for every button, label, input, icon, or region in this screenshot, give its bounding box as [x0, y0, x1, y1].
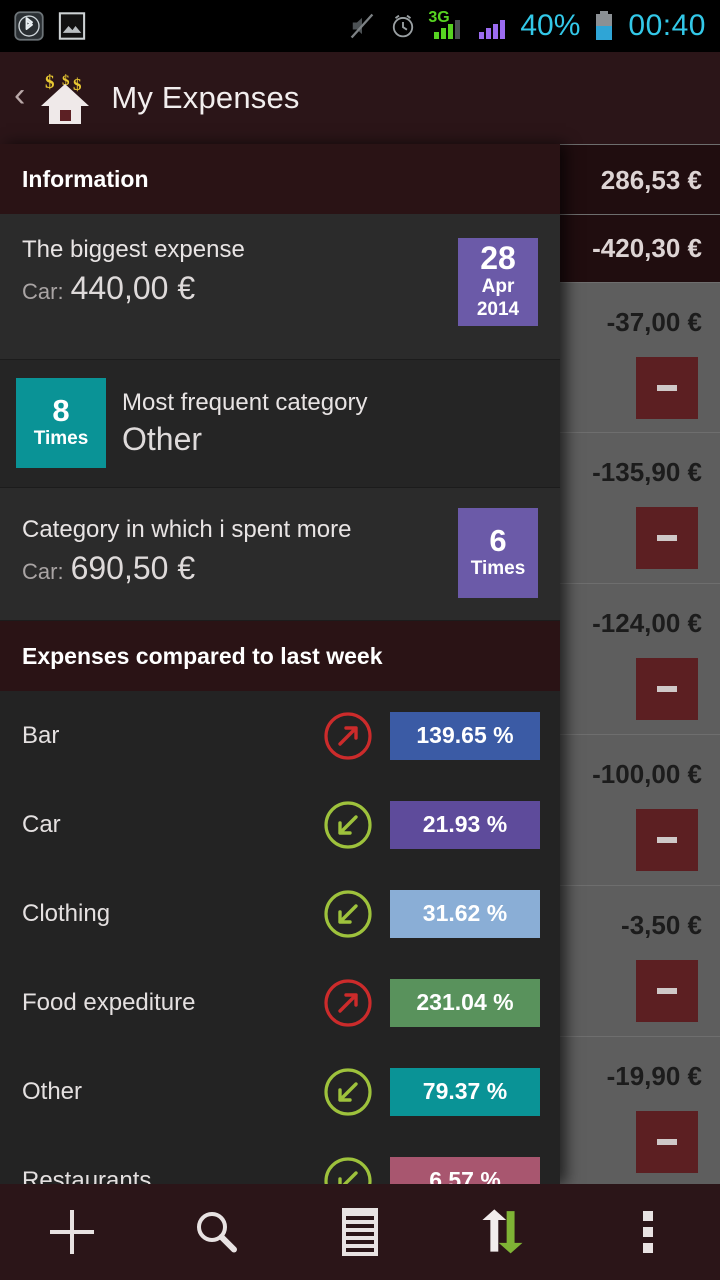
section-header-information: Information: [0, 144, 560, 214]
card-category-spent-more[interactable]: Category in which i spent more Car: 690,…: [0, 488, 560, 621]
date-year: 2014: [476, 298, 520, 320]
date-month: Apr: [481, 276, 515, 297]
search-icon: [197, 1212, 237, 1253]
comparison-category-label: Other: [22, 1077, 83, 1105]
comparison-percent-label: 31.62 %: [422, 900, 508, 926]
trend-down-icon: [324, 1156, 372, 1184]
most-frequent-value: Other: [122, 421, 203, 457]
comparison-category-label: Bar: [22, 721, 60, 749]
action-bar: ‹ $ $ $ My Expenses: [0, 52, 720, 144]
status-bar: 3G 40% 00:40: [0, 0, 720, 52]
overflow-menu-icon: [643, 1211, 653, 1253]
biggest-expense-category: Car:: [22, 279, 64, 304]
signal-bars-icon: [479, 20, 506, 39]
comparison-percent-label: 139.65 %: [416, 722, 514, 748]
trend-up-icon: [324, 711, 372, 760]
comparison-category-label: Food expediture: [22, 988, 196, 1016]
sort-arrows-icon: [482, 1209, 523, 1254]
mute-icon: [351, 13, 374, 39]
minus-icon: [636, 507, 698, 569]
sort-button[interactable]: [432, 1184, 576, 1280]
search-button[interactable]: [144, 1184, 288, 1280]
card-biggest-expense[interactable]: The biggest expense Car: 440,00 € 28 Apr…: [0, 214, 560, 360]
trend-down-icon: [324, 889, 372, 938]
most-frequent-count-badge: 8 Times: [16, 378, 106, 468]
card-most-frequent-category[interactable]: 8 Times Most frequent category Other: [0, 360, 560, 488]
trend-up-icon: [324, 978, 372, 1027]
minus-icon: [636, 658, 698, 720]
section-header-label: Expenses compared to last week: [22, 642, 383, 669]
battery-percent-label: 40%: [520, 9, 581, 42]
alarm-icon: [393, 14, 414, 38]
comparison-percent-bar: 79.37 %: [390, 1067, 540, 1116]
comparison-percent-bar: 21.93 %: [390, 800, 540, 849]
count-value: 8: [52, 392, 70, 428]
information-panel: Information The biggest expense Car: 440…: [0, 144, 560, 1184]
house-money-icon[interactable]: $ $ $: [33, 68, 97, 128]
comparison-row[interactable]: Clothing 31.62 %: [0, 869, 560, 958]
biggest-expense-amount: 440,00 €: [70, 270, 196, 306]
back-button[interactable]: ‹: [8, 78, 33, 118]
trend-down-icon: [324, 800, 372, 849]
svg-text:$: $: [73, 75, 82, 94]
screenshot-image-icon: [58, 12, 86, 40]
trend-down-icon: [324, 1067, 372, 1116]
list-button[interactable]: [288, 1184, 432, 1280]
signal-3g-icon: 3G: [428, 9, 462, 41]
comparison-percent-label: 21.93 %: [422, 811, 508, 837]
comparison-percent-label: 79.37 %: [422, 1078, 508, 1104]
comparison-category-label: Clothing: [22, 899, 111, 927]
comparison-category-label: Car: [22, 810, 61, 838]
plus-icon: [50, 1210, 94, 1254]
comparison-percent-bar: 139.65 %: [390, 711, 540, 760]
comparison-percent-label: 6.57 %: [429, 1167, 501, 1184]
comparison-percent-bar: 31.62 %: [390, 889, 540, 938]
app-screen: 3G 40% 00:40 ‹ $ $ $ My Expenses 286,53 …: [0, 0, 720, 1280]
minus-icon: [636, 960, 698, 1022]
minus-icon: [636, 809, 698, 871]
comparison-row[interactable]: Food expediture 231.04 %: [0, 958, 560, 1047]
status-bar-left-icons: [14, 11, 86, 41]
minus-icon: [636, 357, 698, 419]
clock-label: 00:40: [628, 9, 706, 42]
count-unit: Times: [470, 558, 526, 580]
battery-icon: [596, 11, 613, 40]
page-title: My Expenses: [111, 80, 300, 115]
section-header-label: Information: [22, 165, 149, 192]
comparison-row[interactable]: Car 21.93 %: [0, 780, 560, 869]
comparison-row[interactable]: Bar 139.65 %: [0, 691, 560, 780]
bottom-toolbar: [0, 1184, 720, 1280]
minus-icon: [636, 1111, 698, 1173]
section-header-comparison: Expenses compared to last week: [0, 621, 560, 691]
comparison-percent-label: 231.04 %: [416, 989, 514, 1015]
date-day: 28: [480, 240, 516, 277]
bluetooth-icon: [14, 11, 44, 41]
comparison-row-list: Bar 139.65 % Car 21.93 % Clothing 31.62 % Food…: [0, 691, 560, 1184]
spent-more-category: Car:: [22, 559, 64, 584]
add-button[interactable]: [0, 1184, 144, 1280]
svg-text:$: $: [45, 72, 55, 93]
comparison-row[interactable]: Other 79.37 %: [0, 1047, 560, 1136]
spent-more-amount: 690,50 €: [70, 550, 196, 586]
count-unit: Times: [33, 428, 89, 450]
biggest-expense-date-badge: 28 Apr 2014: [458, 238, 538, 326]
comparison-percent-bar: 231.04 %: [390, 978, 540, 1027]
spent-more-count-badge: 6 Times: [458, 508, 538, 598]
comparison-percent-bar: 6.57 %: [390, 1156, 540, 1184]
comparison-category-label: Restaurants: [22, 1166, 152, 1185]
most-frequent-label: Most frequent category: [122, 389, 368, 416]
comparison-row[interactable]: Restaurants 6.57 %: [0, 1136, 560, 1184]
overflow-button[interactable]: [576, 1184, 720, 1280]
count-value: 6: [489, 522, 507, 558]
status-bar-right-icons: 3G 40% 00:40: [348, 9, 706, 43]
list-icon: [342, 1208, 378, 1256]
